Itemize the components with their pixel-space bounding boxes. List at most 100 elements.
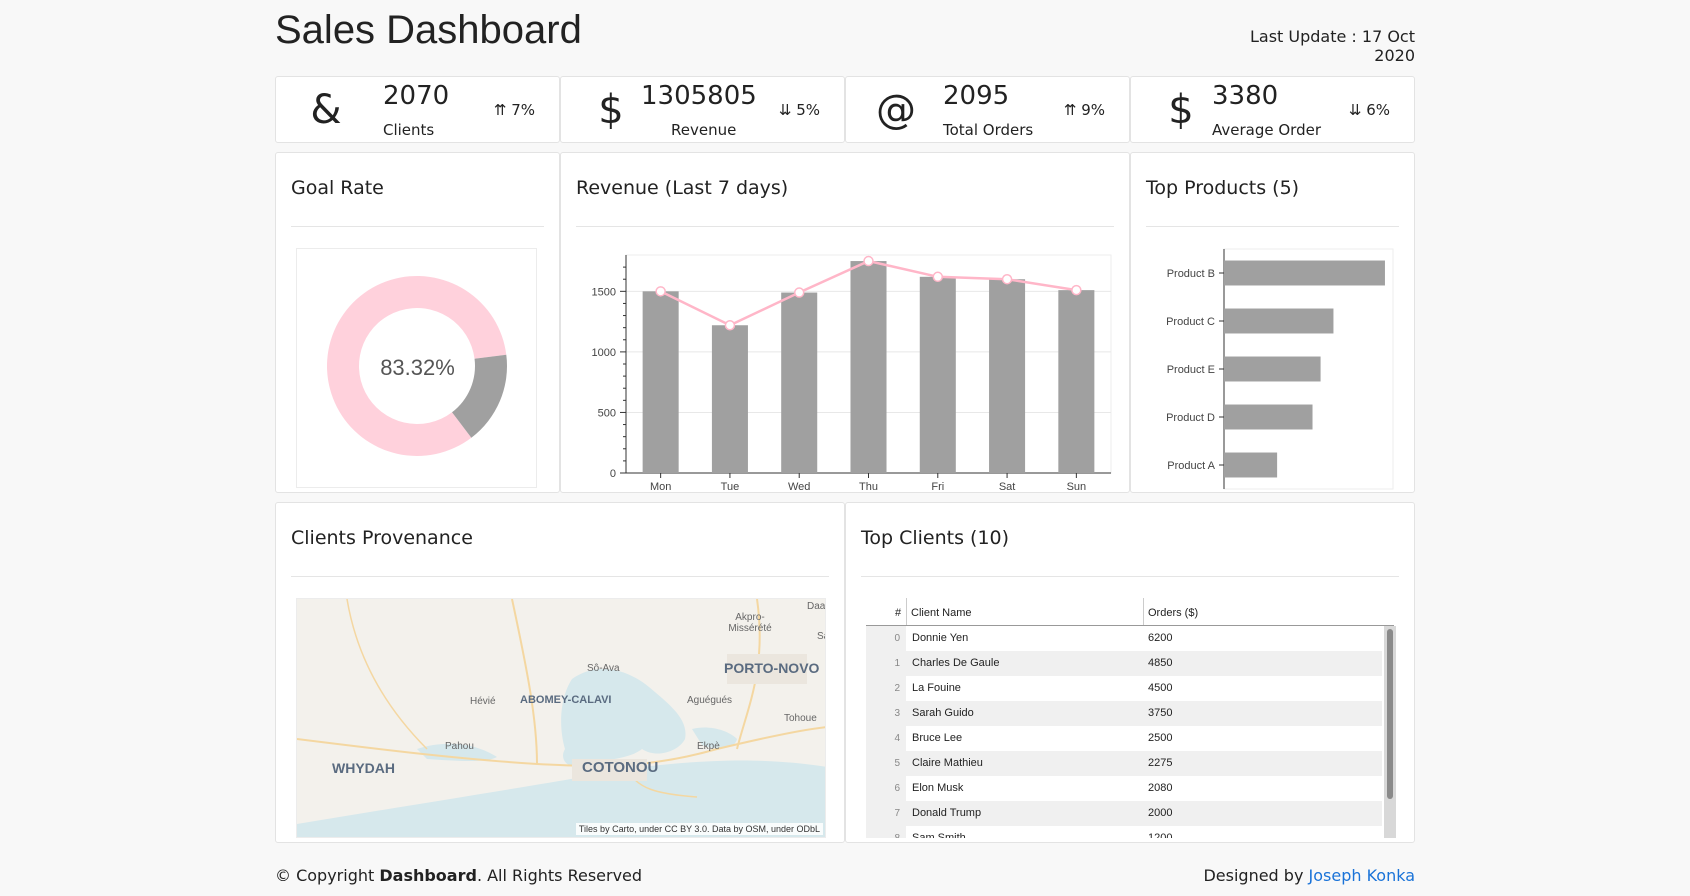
map-label: Sô-Ava [587, 663, 620, 674]
kpi-card-total-orders: @ 2095 Total Orders ⇈ 9% [845, 76, 1130, 143]
row-index: 1 [866, 651, 906, 676]
column-header[interactable]: # [895, 607, 901, 619]
table-row[interactable]: 4 Bruce Lee 2500 [866, 726, 1382, 751]
client-orders: 6200 [1148, 632, 1173, 644]
client-name: Bruce Lee [912, 732, 963, 744]
client-name: Elon Musk [912, 782, 964, 794]
map-label: ABOMEY-CALAVI [520, 694, 612, 706]
map-label: COTONOU [582, 759, 659, 776]
y-tick-label: Product E [1167, 364, 1215, 376]
divider [576, 226, 1114, 227]
row-index: 4 [866, 726, 906, 751]
kpi-label: Clients [383, 121, 435, 139]
client-orders: 2080 [1148, 782, 1173, 794]
map-label: Ekpè [697, 741, 720, 752]
row-index: 8 [866, 826, 906, 838]
client-orders: 3750 [1148, 707, 1173, 719]
kpi-value: 1305805 [641, 81, 757, 111]
goal-rate-label: 83.32% [380, 355, 455, 380]
y-tick-label: 1000 [592, 347, 616, 359]
column-header[interactable]: Orders ($) [1148, 607, 1198, 619]
map-tiles[interactable] [297, 599, 826, 838]
y-tick-label: 500 [598, 407, 616, 419]
client-name: Claire Mathieu [912, 757, 983, 769]
card-title: Top Clients (10) [861, 527, 1010, 549]
table-row[interactable]: 0 Donnie Yen 6200 [866, 626, 1382, 651]
x-tick-label: Mon [650, 481, 671, 491]
revenue-point [932, 271, 944, 283]
revenue-point [793, 287, 805, 298]
copyright-suffix: . All Rights Reserved [476, 866, 643, 885]
revenue-point [655, 286, 666, 297]
row-index: 0 [866, 626, 906, 651]
kpi-trend: ⇊ 5% [778, 101, 820, 119]
footer-copyright: © Copyright Dashboard. All Rights Reserv… [275, 866, 642, 885]
map-panel[interactable]: Akpro-Missérété Sô-Ava PORTO-NOVO Hévié … [296, 598, 826, 838]
client-name: Sarah Guido [912, 707, 974, 719]
client-orders: 2275 [1148, 757, 1173, 769]
client-name: Charles De Gaule [912, 657, 1000, 669]
client-name: La Fouine [912, 682, 961, 694]
divider [1146, 226, 1399, 227]
y-tick-label: Product C [1166, 316, 1215, 328]
x-tick-label: Sun [1067, 481, 1087, 491]
y-tick-label: Product A [1167, 460, 1215, 472]
clients-table[interactable]: # Client Name Orders ($) 0 Donnie Yen 6200… [866, 598, 1396, 838]
kpi-label: Revenue [671, 121, 737, 139]
table-row[interactable]: 5 Claire Mathieu 2275 [866, 751, 1382, 776]
table-header: # Client Name Orders ($) [866, 598, 1394, 626]
table-row[interactable]: 2 La Fouine 4500 [866, 676, 1382, 701]
dashboard-page: Sales Dashboard Last Update : 17 Oct 202… [0, 0, 1690, 896]
map-attribution: Tiles by Carto, under CC BY 3.0. Data by… [575, 823, 823, 835]
top-products-chart: Product B Product C Product E Product D Prod… [1166, 248, 1394, 490]
client-name: Sam Smith [912, 832, 966, 838]
revenue-point [1001, 273, 1013, 285]
column-divider [1143, 598, 1144, 625]
goal-rate-card: Goal Rate 83.32% [275, 152, 560, 493]
divider [291, 226, 544, 227]
y-tick-label: Product D [1166, 412, 1215, 424]
map-label: PORTO-NOVO [724, 660, 820, 676]
card-title: Goal Rate [291, 177, 384, 199]
table-row[interactable]: 7 Donald Trump 2000 [866, 801, 1382, 826]
x-tick-label: Tue [721, 481, 740, 491]
dollar-icon: $ [1168, 87, 1194, 133]
divider [861, 576, 1399, 577]
card-title: Revenue (Last 7 days) [576, 177, 789, 199]
client-orders: 4500 [1148, 682, 1173, 694]
scrollbar-thumb[interactable] [1387, 629, 1393, 799]
map-label: Sa [817, 631, 825, 642]
page-title: Sales Dashboard [275, 8, 582, 52]
revenue-bar [989, 279, 1026, 473]
revenue-chart: 0 500 1000 1500 Mon Tue Wed Thu Fri Sat Sun [592, 254, 1112, 491]
revenue-bar [1058, 290, 1095, 473]
row-index: 2 [866, 676, 906, 701]
author-link[interactable]: Joseph Konka [1309, 866, 1415, 885]
revenue-point [863, 255, 874, 267]
revenue-bar [711, 325, 748, 473]
kpi-trend: ⇈ 9% [1063, 101, 1105, 119]
product-bar [1224, 452, 1278, 478]
client-name: Donald Trump [912, 807, 982, 819]
goal-chart-panel: 83.32% [296, 248, 537, 488]
client-name: Donnie Yen [912, 632, 969, 644]
table-row[interactable]: 3 Sarah Guido 3750 [866, 701, 1382, 726]
top-products-card: Top Products (5) Product B Product C Produ… [1130, 152, 1415, 493]
at-icon: @ [876, 87, 916, 133]
card-title: Top Products (5) [1146, 177, 1300, 199]
column-header[interactable]: Client Name [911, 607, 972, 619]
client-orders: 2000 [1148, 807, 1173, 819]
revenue-bar [850, 261, 887, 473]
table-row[interactable]: 6 Elon Musk 2080 [866, 776, 1382, 801]
revenue-card: Revenue (Last 7 days) 0 500 1000 1500 Mon Tue… [560, 152, 1130, 493]
revenue-point [724, 319, 736, 331]
table-row[interactable]: 1 Charles De Gaule 4850 [866, 651, 1382, 676]
table-scrollbar[interactable] [1384, 626, 1396, 838]
row-index: 3 [866, 701, 906, 726]
map-label: Daa [807, 601, 826, 612]
table-row[interactable]: 8 Sam Smith 1200 [866, 826, 1382, 838]
product-bar [1224, 260, 1385, 286]
copyright-prefix: © Copyright [275, 866, 380, 885]
clients-provenance-card: Clients Provenance Akpro-Missérété Sô-Av… [275, 502, 845, 843]
map-label: WHYDAH [332, 760, 395, 776]
